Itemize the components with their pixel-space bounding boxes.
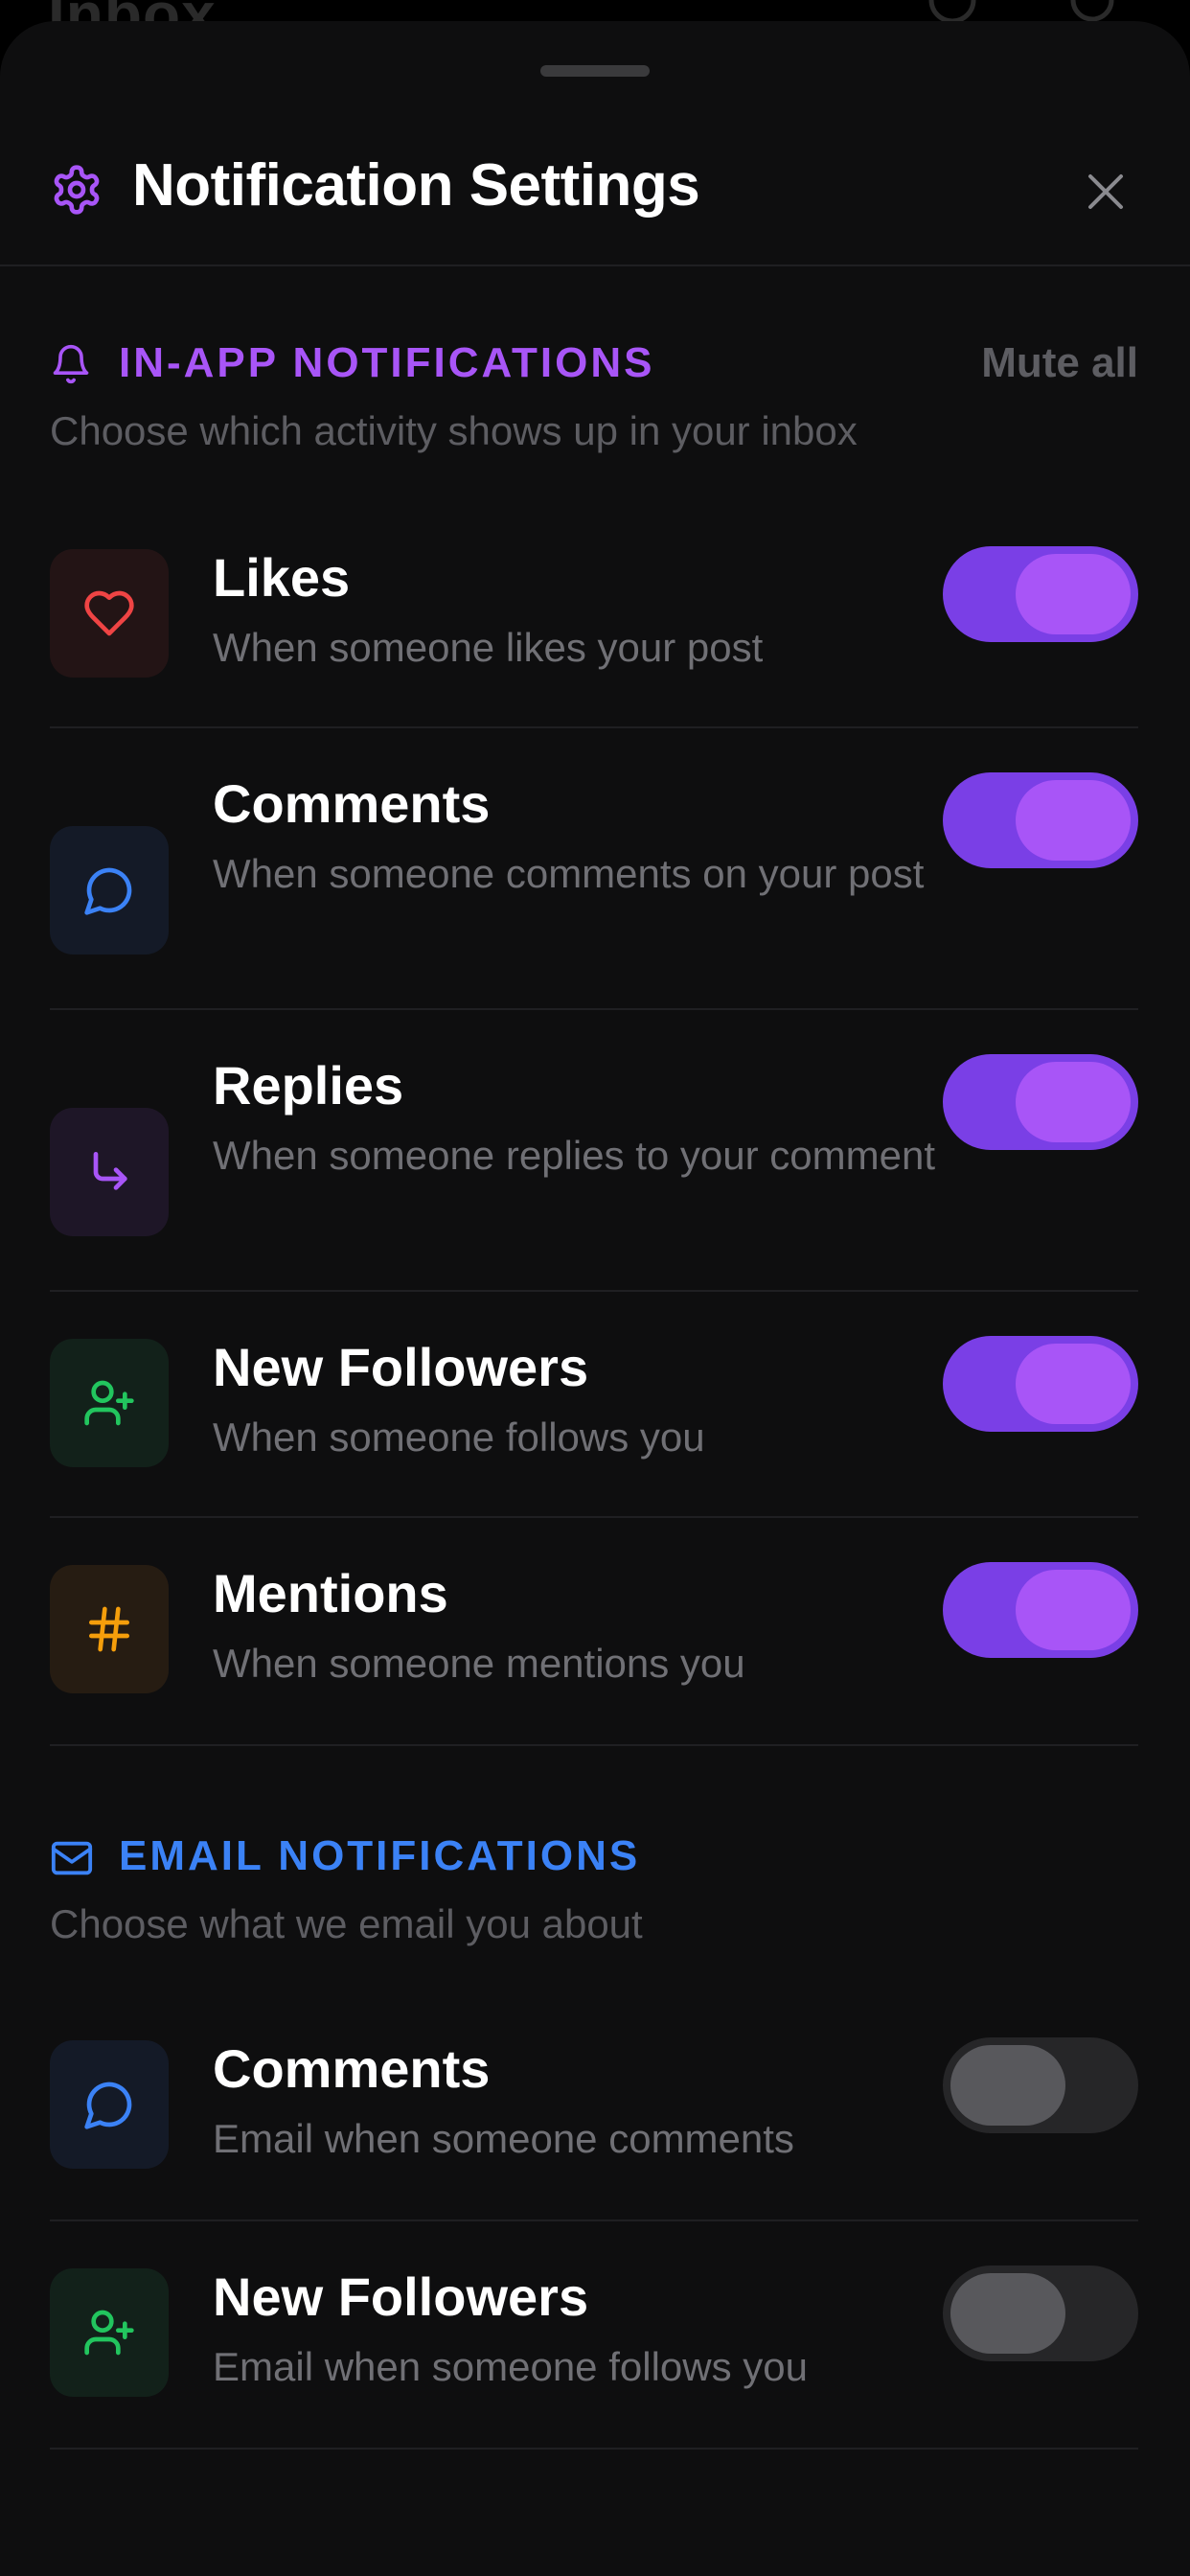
email-section-header: EMAIL NOTIFICATIONS Choose what we email… [50,1830,1138,1965]
toggle-knob [1016,780,1131,861]
row-title: Mentions [213,1563,448,1623]
row-title: New Followers [213,2266,589,2327]
row-title: New Followers [213,1337,589,1397]
in-app-section-subtitle: Choose which activity shows up in your i… [50,408,858,453]
hashtag-icon [50,1565,169,1693]
setting-row-replies: Replies When someone replies to your com… [50,1008,1138,1292]
row-description: Email when someone follows you [213,2344,808,2389]
row-title: Comments [213,773,491,834]
mail-icon [50,1836,94,1885]
row-description: When someone follows you [213,1414,705,1460]
email-comments-toggle[interactable] [943,2037,1138,2133]
email-row-new-followers: New Followers Email when someone follows… [50,2220,1138,2450]
in-app-section-header: IN-APP NOTIFICATIONS Mute all Choose whi… [50,337,1138,472]
row-title: Replies [213,1055,404,1116]
email-row-comments: Comments Email when someone comments [50,1991,1138,2221]
bell-icon [50,341,92,392]
in-app-section-title: IN-APP NOTIFICATIONS [119,339,655,386]
toggle-knob [1016,1570,1131,1650]
likes-toggle[interactable] [943,546,1138,642]
setting-row-new-followers: New Followers When someone follows you [50,1290,1138,1518]
close-button[interactable] [1077,163,1134,220]
row-title: Likes [213,547,351,608]
email-section-title: EMAIL NOTIFICATIONS [119,1832,641,1879]
sheet-header: Notification Settings [0,109,1190,266]
comments-toggle[interactable] [943,772,1138,868]
email-new-followers-toggle[interactable] [943,2266,1138,2361]
replies-toggle[interactable] [943,1054,1138,1150]
row-description: When someone comments on your post [213,851,925,896]
row-description: When someone likes your post [213,625,764,670]
user-plus-icon [50,2268,169,2397]
mentions-toggle[interactable] [943,1562,1138,1658]
row-description: When someone mentions you [213,1641,745,1686]
row-title: Comments [213,2038,491,2099]
mute-all-button[interactable]: Mute all [981,339,1138,387]
toggle-knob [1016,1062,1131,1142]
comment-icon [50,826,169,954]
close-icon [1088,174,1123,209]
heart-icon [50,549,169,678]
new-followers-toggle[interactable] [943,1336,1138,1432]
row-description: Email when someone comments [213,2116,794,2161]
gear-icon [50,163,103,221]
drag-handle[interactable] [540,65,650,77]
toggle-knob [1016,554,1131,634]
setting-row-comments: Comments When someone comments on your p… [50,726,1138,1010]
setting-row-likes: Likes When someone likes your post [50,500,1138,728]
toggle-knob [950,2273,1065,2354]
toggle-knob [950,2045,1065,2126]
row-description: When someone replies to your comment [213,1133,936,1178]
email-section-subtitle: Choose what we email you about [50,1901,643,1946]
reply-icon [50,1108,169,1236]
sheet-title: Notification Settings [132,152,700,218]
setting-row-mentions: Mentions When someone mentions you [50,1516,1138,1746]
comment-icon [50,2040,169,2169]
toggle-knob [1016,1344,1131,1424]
user-plus-icon [50,1339,169,1467]
notification-settings-sheet: Notification Settings IN-APP NOTIFICATIO… [0,21,1190,2576]
